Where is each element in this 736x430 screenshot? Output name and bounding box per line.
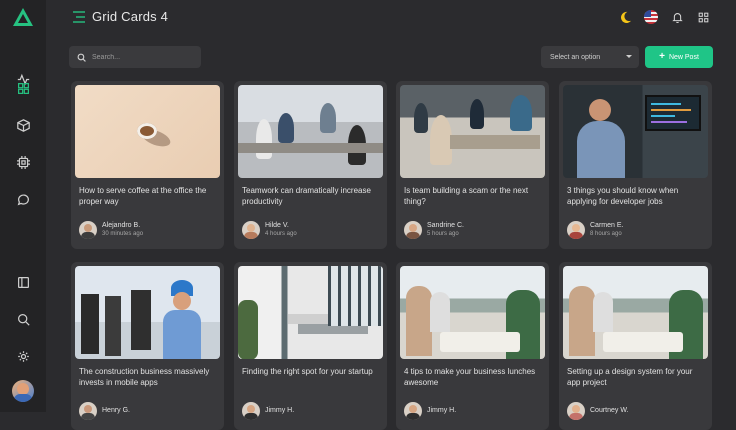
card-image — [238, 266, 383, 359]
card-title[interactable]: How to serve coffee at the office the pr… — [79, 185, 219, 207]
author-name: Courtney W. — [590, 407, 629, 414]
box-icon — [16, 118, 30, 132]
author-name: Henry G. — [102, 407, 131, 414]
card[interactable]: The construction business massively inve… — [71, 262, 224, 430]
plus-icon: + — [659, 51, 665, 62]
search-icon — [77, 53, 86, 62]
author-name: Sandrine C. — [427, 222, 464, 229]
sidebar — [0, 0, 46, 412]
avatar — [242, 221, 260, 239]
card-image — [400, 266, 545, 359]
logo-icon[interactable] — [13, 8, 33, 26]
card[interactable]: How to serve coffee at the office the pr… — [71, 81, 224, 249]
avatar — [79, 221, 97, 239]
filter-select-value: Select an option — [550, 53, 601, 61]
avatar — [242, 402, 260, 420]
page-title: Grid Cards 4 — [92, 9, 169, 24]
panel-icon — [17, 276, 29, 288]
user-avatar[interactable] — [12, 380, 34, 402]
chip-icon — [16, 155, 30, 169]
card-title[interactable]: Finding the right spot for your startup — [242, 366, 382, 377]
card[interactable]: Setting up a design system for your app … — [559, 262, 712, 430]
top-bar: Grid Cards 4 — [46, 0, 736, 36]
sidebar-item-settings[interactable] — [0, 342, 46, 370]
avatar — [79, 402, 97, 420]
avatar — [567, 221, 585, 239]
sidebar-item-grid[interactable] — [0, 74, 46, 102]
card[interactable]: 4 tips to make your business lunches awe… — [396, 262, 549, 430]
chevron-down-icon — [626, 55, 632, 58]
grid-icon — [17, 82, 29, 94]
card[interactable]: Finding the right spot for your startup … — [234, 262, 387, 430]
post-time: 8 hours ago — [590, 231, 622, 237]
avatar — [404, 221, 422, 239]
card-author: Sandrine C. 5 hours ago — [404, 221, 464, 239]
card-author: Alejandro B. 30 minutes ago — [79, 221, 143, 239]
author-name: Jimmy H. — [265, 407, 295, 414]
avatar — [404, 402, 422, 420]
filter-select[interactable]: Select an option — [541, 46, 639, 68]
search-box[interactable] — [69, 46, 201, 68]
sidebar-item-search[interactable] — [0, 305, 46, 333]
author-name: Hilde V. — [265, 222, 289, 229]
language-flag-icon[interactable] — [644, 10, 658, 24]
card[interactable]: Teamwork can dramatically increase produ… — [234, 81, 387, 249]
card-author: Henry G. — [79, 402, 130, 420]
new-post-label: New Post — [668, 53, 699, 61]
sidebar-item-box[interactable] — [0, 111, 46, 139]
menu-icon[interactable] — [72, 10, 86, 24]
chat-icon — [17, 193, 29, 205]
card-author: Carmen E. 8 hours ago — [567, 221, 623, 239]
avatar — [567, 402, 585, 420]
author-name: Carmen E. — [590, 222, 624, 229]
card-author: Courtney W. — [567, 402, 629, 420]
card-title[interactable]: 4 tips to make your business lunches awe… — [404, 366, 544, 388]
card[interactable]: 3 things you should know when applying f… — [559, 81, 712, 249]
card-image — [238, 85, 383, 178]
card-author: Hilde V. 4 hours ago — [242, 221, 297, 239]
apps-grid-icon[interactable] — [696, 10, 710, 24]
author-name: Alejandro B. — [102, 222, 141, 229]
theme-toggle-moon-icon[interactable] — [618, 10, 632, 24]
sidebar-item-panel[interactable] — [0, 268, 46, 296]
card-title[interactable]: Teamwork can dramatically increase produ… — [242, 185, 382, 207]
new-post-button[interactable]: + New Post — [645, 46, 713, 68]
card-title[interactable]: Is team building a scam or the next thin… — [404, 185, 544, 207]
card-author: Jimmy H. — [404, 402, 456, 420]
card-image — [563, 85, 708, 178]
card-title[interactable]: Setting up a design system for your app … — [567, 366, 707, 388]
card-title[interactable]: The construction business massively inve… — [79, 366, 219, 388]
card-image — [75, 266, 220, 359]
post-time: 30 minutes ago — [102, 231, 144, 237]
sidebar-item-chip[interactable] — [0, 148, 46, 176]
card-image — [400, 85, 545, 178]
search-icon — [17, 313, 30, 326]
search-input[interactable] — [92, 53, 192, 61]
author-name: Jimmy H. — [427, 407, 457, 414]
post-time: 4 hours ago — [265, 231, 297, 237]
card-image — [75, 85, 220, 178]
card-title[interactable]: 3 things you should know when applying f… — [567, 185, 707, 207]
card[interactable]: Is team building a scam or the next thin… — [396, 81, 549, 249]
notifications-bell-icon[interactable] — [670, 10, 684, 24]
post-time: 5 hours ago — [427, 231, 459, 237]
card-author: Jimmy H. — [242, 402, 294, 420]
card-image — [563, 266, 708, 359]
sidebar-item-chat[interactable] — [0, 185, 46, 213]
settings-icon — [17, 350, 29, 362]
